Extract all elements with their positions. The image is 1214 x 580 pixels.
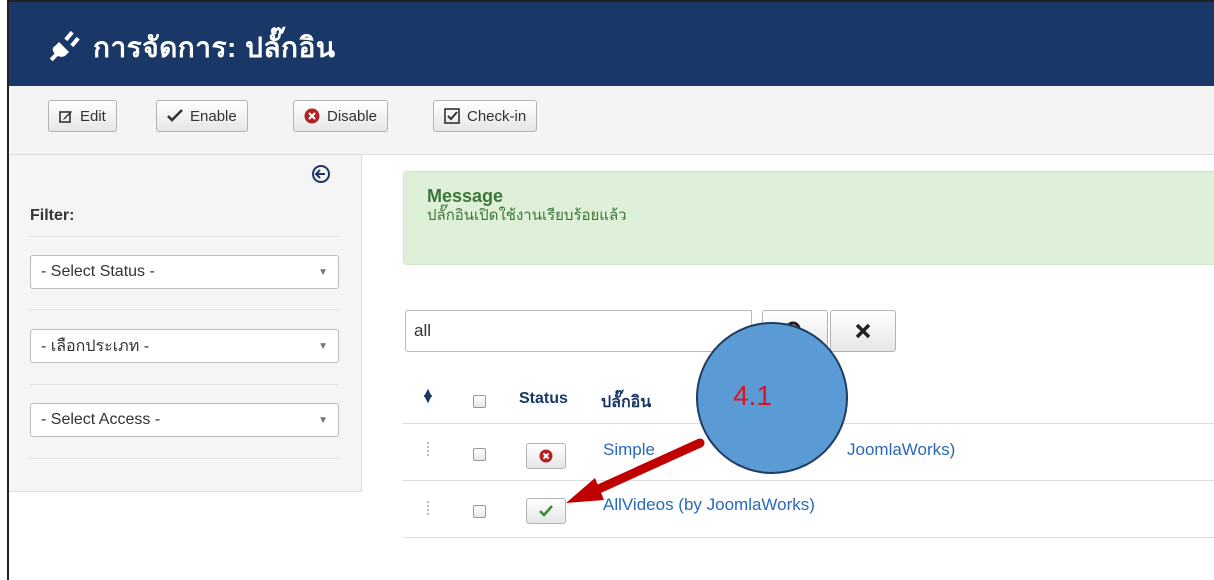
- status-toggle-button[interactable]: [526, 443, 566, 469]
- divider: [29, 384, 339, 385]
- status-filter-value: - Select Status -: [41, 263, 155, 280]
- drag-handle-icon[interactable]: [427, 442, 431, 456]
- filter-sidebar: Filter: - Select Status - ▼ - เลือกประเภ…: [9, 155, 362, 492]
- x-circle-icon: [539, 449, 553, 463]
- sort-icon[interactable]: ▲ ▼: [421, 384, 435, 416]
- plugin-name-link[interactable]: Simple: [603, 440, 655, 460]
- status-filter-select[interactable]: - Select Status - ▼: [30, 255, 339, 289]
- clear-search-button[interactable]: [830, 310, 896, 352]
- check-in-button-label: Check-in: [467, 107, 527, 125]
- enable-button-label: Enable: [190, 107, 237, 125]
- check-in-button[interactable]: Check-in: [433, 100, 538, 132]
- annotation-callout-circle: [696, 322, 848, 474]
- page-header: การจัดการ: ปลั๊กอิน: [9, 2, 1214, 86]
- drag-handle-icon[interactable]: [427, 501, 431, 515]
- access-filter-select[interactable]: - Select Access - ▼: [30, 403, 339, 437]
- status-toggle-button[interactable]: [526, 498, 566, 524]
- page-title: การจัดการ: ปลั๊กอิน: [93, 32, 336, 63]
- collapse-sidebar-icon[interactable]: [311, 164, 331, 184]
- edit-button-label: Edit: [80, 107, 106, 125]
- close-icon: [854, 322, 872, 340]
- plugin-name-link-tail[interactable]: JoomlaWorks): [847, 440, 955, 460]
- row-checkbox[interactable]: [473, 448, 486, 461]
- column-header-name[interactable]: ปลั๊กอิน: [601, 390, 651, 415]
- search-input-value: all: [414, 321, 432, 340]
- success-message: Message ปลั๊กอินเปิดใช้งานเรียบร้อยแล้ว: [403, 171, 1214, 265]
- type-filter-value: - เลือกประเภท -: [41, 337, 150, 355]
- plug-icon: [49, 28, 83, 62]
- divider: [29, 458, 339, 459]
- filter-label: Filter:: [30, 207, 75, 224]
- checkbox-check-icon: [444, 108, 460, 124]
- toolbar: Edit Enable Disable Check-in: [9, 86, 1214, 155]
- message-title: Message: [427, 186, 504, 206]
- divider: [29, 236, 339, 237]
- edit-button[interactable]: Edit: [48, 100, 117, 132]
- divider: [29, 309, 339, 310]
- annotation-label: 4.1: [733, 380, 772, 411]
- row-checkbox[interactable]: [473, 505, 486, 518]
- caret-down-icon: ▼: [318, 414, 328, 426]
- select-all-checkbox[interactable]: [473, 395, 486, 408]
- access-filter-value: - Select Access -: [41, 411, 161, 428]
- search-input[interactable]: all: [405, 310, 752, 352]
- column-header-status[interactable]: Status: [519, 390, 568, 408]
- edit-icon: [59, 109, 73, 123]
- message-body: ปลั๊กอินเปิดใช้งานเรียบร้อยแล้ว: [427, 207, 627, 224]
- caret-down-icon: ▼: [318, 340, 328, 352]
- table-row: AllVideos (by JoomlaWorks): [403, 481, 1214, 538]
- checkmark-icon: [167, 109, 183, 123]
- disable-button-label: Disable: [327, 107, 378, 125]
- enable-button[interactable]: Enable: [156, 100, 248, 132]
- plugin-name-link[interactable]: AllVideos (by JoomlaWorks): [603, 495, 815, 515]
- caret-down-icon: ▼: [318, 266, 328, 278]
- x-circle-icon: [304, 108, 320, 124]
- type-filter-select[interactable]: - เลือกประเภท - ▼: [30, 329, 339, 363]
- disable-button[interactable]: Disable: [293, 100, 389, 132]
- checkmark-icon: [539, 505, 553, 517]
